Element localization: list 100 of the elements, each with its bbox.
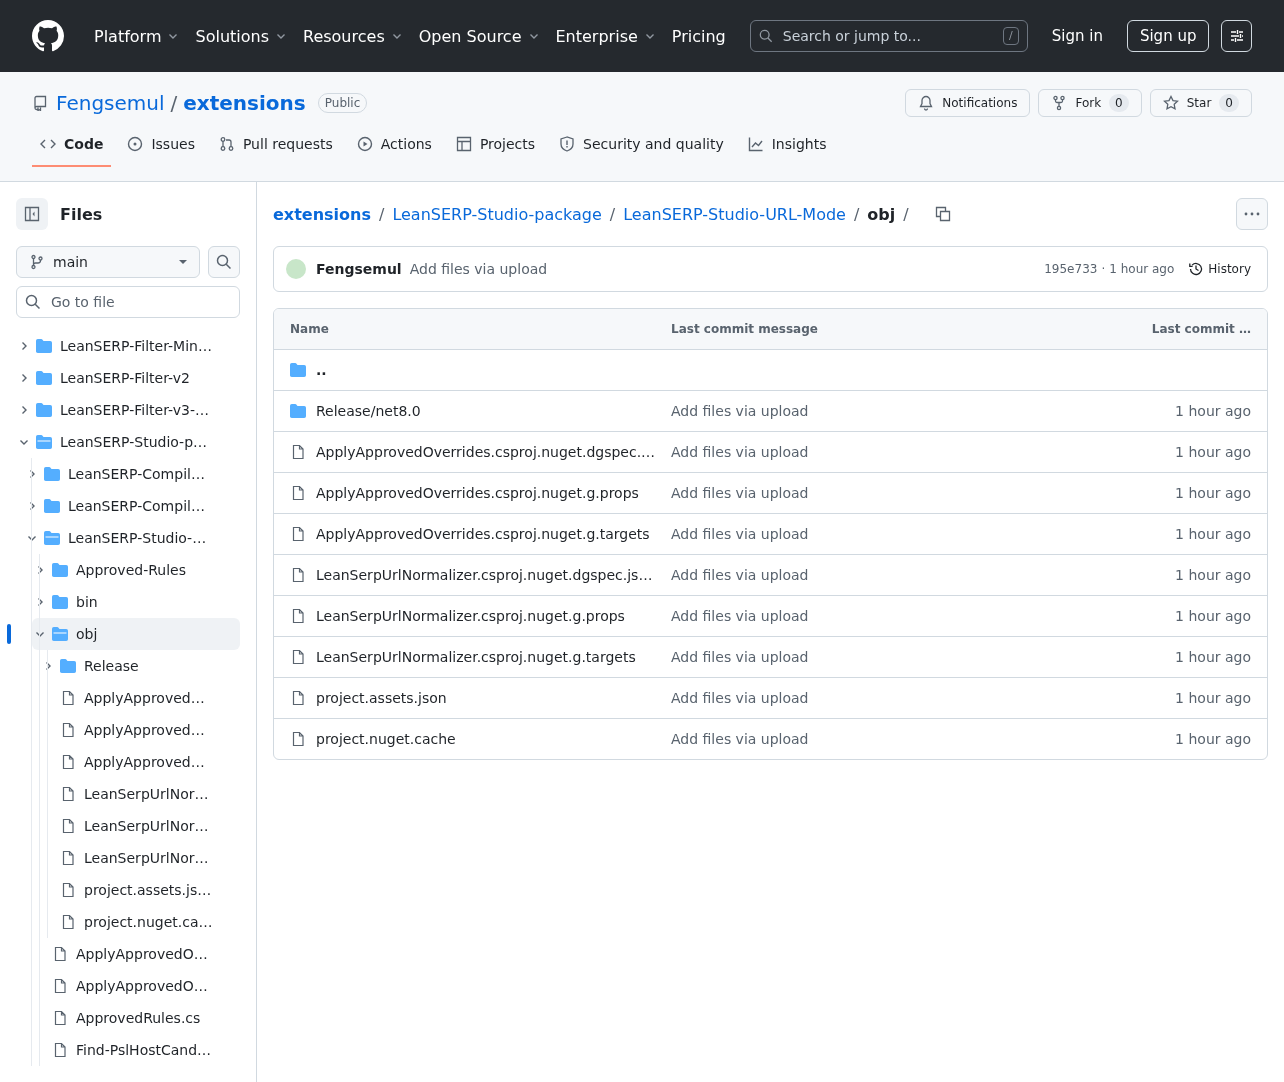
notifications-button[interactable]: Notifications [905, 89, 1031, 117]
folder-tree-item[interactable]: Approved-Rules [32, 554, 240, 586]
file-name-link[interactable]: project.assets.json [316, 690, 447, 706]
commit-message-link[interactable]: Add files via upload [671, 567, 809, 583]
octocat-logo-icon[interactable] [32, 20, 64, 52]
file-tree-item[interactable]: LeanSerpUrlNor… [40, 778, 240, 810]
folder-icon [36, 370, 52, 386]
sign-in-link[interactable]: Sign in [1051, 27, 1103, 45]
folder-tree-item[interactable]: LeanSERP-Studio-… [24, 522, 240, 554]
file-name-link[interactable]: project.nuget.cache [316, 731, 456, 747]
commit-message-link[interactable]: Add files via upload [671, 731, 809, 747]
kebab-horizontal-icon [1244, 212, 1260, 216]
column-header: Last commit … [1150, 322, 1252, 336]
folder-tree-item[interactable]: LeanSERP-Filter-v3-… [16, 394, 240, 426]
commit-date: 1 hour ago [1175, 608, 1251, 624]
sliders-icon [1228, 28, 1245, 44]
file-icon [52, 946, 68, 962]
file-tree-item[interactable]: ApprovedRules.cs [32, 1002, 240, 1034]
nav-menu-button[interactable]: Platform [86, 20, 188, 52]
folder-tree-item[interactable]: LeanSERP-Studio-p… [16, 426, 240, 458]
nav-menu-button[interactable]: Solutions [187, 20, 295, 52]
folder-tree-item[interactable]: obj [32, 618, 240, 650]
file-name-link[interactable]: Release/net8.0 [316, 403, 421, 419]
repository-tab[interactable]: Actions [348, 128, 440, 167]
file-tree-item[interactable]: ApplyApproved… [40, 714, 240, 746]
breadcrumb-link[interactable]: LeanSERP-Studio-package [392, 204, 602, 224]
repository-tab[interactable]: Projects [447, 128, 544, 167]
commit-date: 1 hour ago [1175, 526, 1251, 542]
folder-tree-item[interactable]: Release [40, 650, 240, 682]
sign-up-button[interactable]: Sign up [1126, 20, 1210, 52]
repository-tab[interactable]: Code [32, 128, 112, 167]
file-tree-item[interactable]: Find-PslHostCand… [32, 1034, 240, 1066]
commit-message-link[interactable]: Add files via upload [671, 444, 809, 460]
nav-menu-button[interactable]: Pricing [663, 20, 734, 52]
repository-tab[interactable]: Security and quality [551, 128, 732, 167]
fork-icon [1051, 95, 1068, 111]
file-icon [60, 818, 76, 834]
count-badge: 0 [1109, 94, 1129, 112]
file-tree-item[interactable]: project.assets.js… [40, 874, 240, 906]
commit-message-link[interactable]: Add files via upload [671, 608, 809, 624]
folder-icon [44, 466, 60, 482]
fork-button[interactable]: Fork 0 [1038, 89, 1142, 117]
star-icon [1162, 95, 1179, 111]
file-name-link[interactable]: LeanSerpUrlNormalizer.csproj.nuget.dgspec.js… [316, 567, 653, 583]
collapse-sidebar-button[interactable] [16, 198, 48, 230]
commit-message-link[interactable]: Add files via upload [671, 485, 809, 501]
file-name-link[interactable]: ApplyApprovedOverrides.csproj.nuget.g.targets [316, 526, 650, 542]
file-tree-item[interactable]: ApplyApprovedO… [32, 970, 240, 1002]
repository-tab[interactable]: Insights [739, 128, 835, 167]
branch-icon [29, 254, 45, 270]
commit-author-link[interactable]: Fengsemul [316, 261, 402, 277]
file-name-link[interactable]: ApplyApprovedOverrides.csproj.nuget.dgspec.… [316, 444, 656, 460]
commit-message-link[interactable]: Add files via upload [671, 649, 809, 665]
file-icon [60, 850, 76, 866]
file-name-link[interactable]: LeanSerpUrlNormalizer.csproj.nuget.g.props [316, 608, 625, 624]
history-button[interactable]: History [1188, 261, 1251, 277]
star-button[interactable]: Star 0 [1149, 89, 1252, 117]
repository-tab[interactable]: Issues [119, 128, 203, 167]
folder-tree-item[interactable]: bin [32, 586, 240, 618]
menu-button[interactable] [1221, 20, 1252, 52]
commit-sha-link[interactable]: 195e733 [1044, 262, 1098, 276]
file-icon [60, 914, 76, 930]
shield-icon [559, 136, 576, 152]
folder-tree-item[interactable]: LeanSERP-Compil… [24, 458, 240, 490]
breadcrumb-link[interactable]: extensions [273, 204, 371, 224]
file-name-link[interactable]: LeanSerpUrlNormalizer.csproj.nuget.g.targets [316, 649, 636, 665]
repository-owner-link[interactable]: Fengsemul [56, 91, 165, 115]
nav-menu-button[interactable]: Resources [295, 20, 411, 52]
nav-menu-button[interactable]: Open Source [410, 20, 548, 52]
folder-icon [290, 362, 306, 378]
file-icon [52, 1042, 68, 1058]
search-button[interactable] [208, 246, 240, 278]
file-name-link[interactable]: ApplyApprovedOverrides.csproj.nuget.g.props [316, 485, 639, 501]
commit-message-link[interactable]: Add files via upload [671, 526, 809, 542]
search-field[interactable]: Search or jump to... / [749, 20, 1028, 52]
file-tree-item[interactable]: project.nuget.ca… [40, 906, 240, 938]
file-tree-item[interactable]: ApplyApprovedO… [32, 938, 240, 970]
file-tree-item[interactable]: ApplyApproved… [40, 746, 240, 778]
file-tree-item[interactable]: ApplyApproved… [40, 682, 240, 714]
file-icon [60, 882, 76, 898]
search-icon [216, 254, 232, 270]
repository-tab[interactable]: Pull requests [210, 128, 341, 167]
file-icon [60, 786, 76, 802]
branch-selector[interactable]: main [16, 246, 200, 278]
go-to-file-field[interactable]: Go to file [16, 286, 240, 318]
folder-tree-item[interactable]: LeanSERP-Filter-Min… [16, 330, 240, 362]
commit-date: 1 hour ago [1175, 649, 1251, 665]
commit-message-link[interactable]: Add files via upload [671, 690, 809, 706]
folder-tree-item[interactable]: LeanSERP-Filter-v2 [16, 362, 240, 394]
commit-message-link[interactable]: Add files via upload [409, 261, 548, 277]
search-input[interactable]: Search or jump to... [780, 27, 996, 45]
nav-menu-button[interactable]: Enterprise [547, 20, 664, 52]
file-tree-item[interactable]: LeanSerpUrlNor… [40, 810, 240, 842]
file-tree-item[interactable]: LeanSerpUrlNor… [40, 842, 240, 874]
column-header: Last commit message [671, 322, 819, 336]
repository-name-link[interactable]: extensions [183, 91, 306, 115]
parent-directory-link[interactable]: .. [316, 362, 327, 378]
folder-tree-item[interactable]: LeanSERP-Compil… [24, 490, 240, 522]
commit-message-link[interactable]: Add files via upload [671, 403, 809, 419]
breadcrumb-link[interactable]: LeanSERP-Studio-URL-Mode [623, 204, 846, 224]
